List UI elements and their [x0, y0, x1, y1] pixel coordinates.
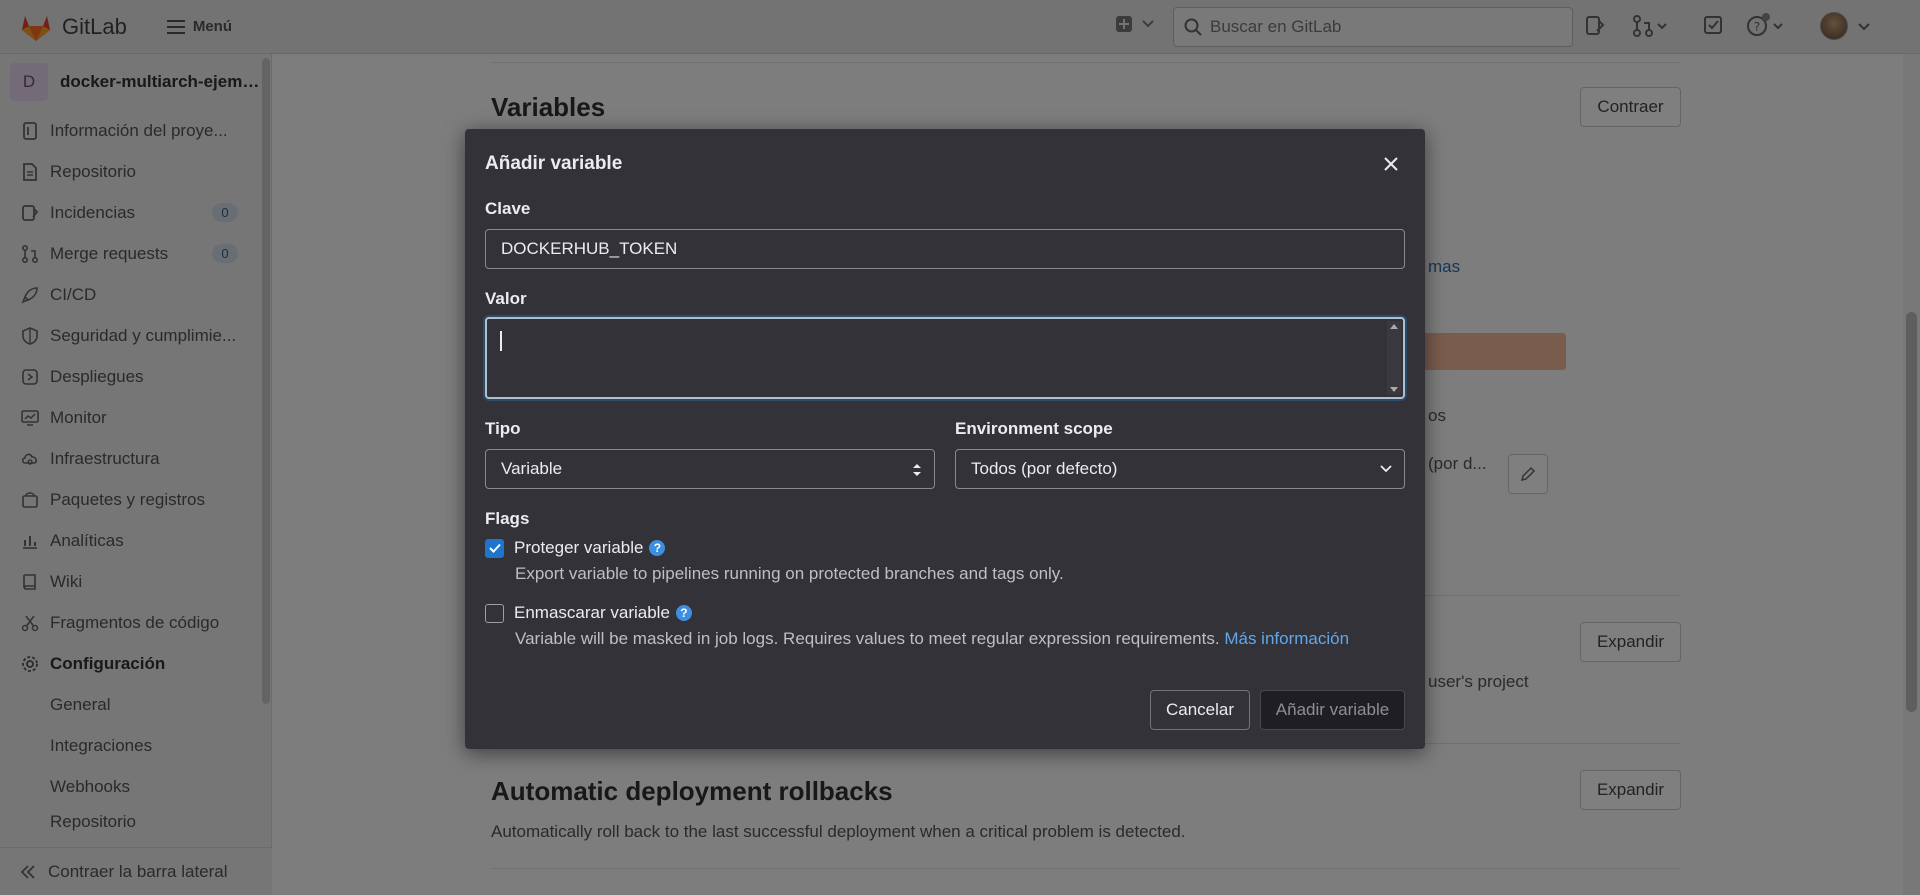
- textarea-scrollbar[interactable]: [1387, 321, 1401, 395]
- value-label: Valor: [485, 289, 527, 308]
- type-select[interactable]: Variable: [485, 449, 935, 489]
- check-icon: [488, 543, 501, 553]
- mask-variable-row: Enmascarar variable ?: [485, 603, 692, 623]
- value-textarea[interactable]: [485, 317, 1405, 399]
- help-icon[interactable]: ?: [675, 605, 692, 621]
- flags-label: Flags: [485, 509, 530, 528]
- close-icon: [1384, 157, 1398, 171]
- help-icon[interactable]: ?: [649, 540, 666, 556]
- add-variable-button[interactable]: Añadir variable: [1260, 690, 1405, 730]
- environment-scope-value: Todos (por defecto): [971, 459, 1118, 478]
- key-input-value: DOCKERHUB_TOKEN: [501, 239, 678, 258]
- type-select-value: Variable: [501, 459, 563, 478]
- key-label: Clave: [485, 199, 531, 218]
- scroll-down-icon[interactable]: [1390, 387, 1398, 392]
- type-label: Tipo: [485, 419, 521, 438]
- mask-variable-help-text: Variable will be masked in job logs. Req…: [515, 629, 1220, 648]
- select-updown-icon: [913, 464, 921, 476]
- mask-variable-checkbox[interactable]: [485, 603, 504, 623]
- mask-variable-help: Variable will be masked in job logs. Req…: [515, 629, 1349, 649]
- text-caret: [500, 331, 502, 351]
- cancel-button[interactable]: Cancelar: [1150, 690, 1250, 730]
- protect-variable-checkbox[interactable]: [485, 538, 504, 558]
- protect-variable-help: Export variable to pipelines running on …: [515, 564, 1064, 583]
- chevron-down-icon: [1380, 465, 1392, 473]
- environment-scope-label: Environment scope: [955, 419, 1113, 438]
- scroll-up-icon[interactable]: [1390, 324, 1398, 329]
- more-info-link[interactable]: Más información: [1224, 629, 1349, 648]
- mask-variable-label[interactable]: Enmascarar variable: [514, 603, 670, 623]
- protect-variable-row: Proteger variable ?: [485, 538, 666, 558]
- add-variable-modal: Añadir variable Clave DOCKERHUB_TOKEN Va…: [465, 129, 1425, 749]
- protect-variable-label[interactable]: Proteger variable: [514, 538, 643, 558]
- close-button[interactable]: [1380, 153, 1402, 175]
- environment-scope-dropdown[interactable]: Todos (por defecto): [955, 449, 1405, 489]
- modal-title: Añadir variable: [485, 153, 623, 174]
- key-input[interactable]: DOCKERHUB_TOKEN: [485, 229, 1405, 269]
